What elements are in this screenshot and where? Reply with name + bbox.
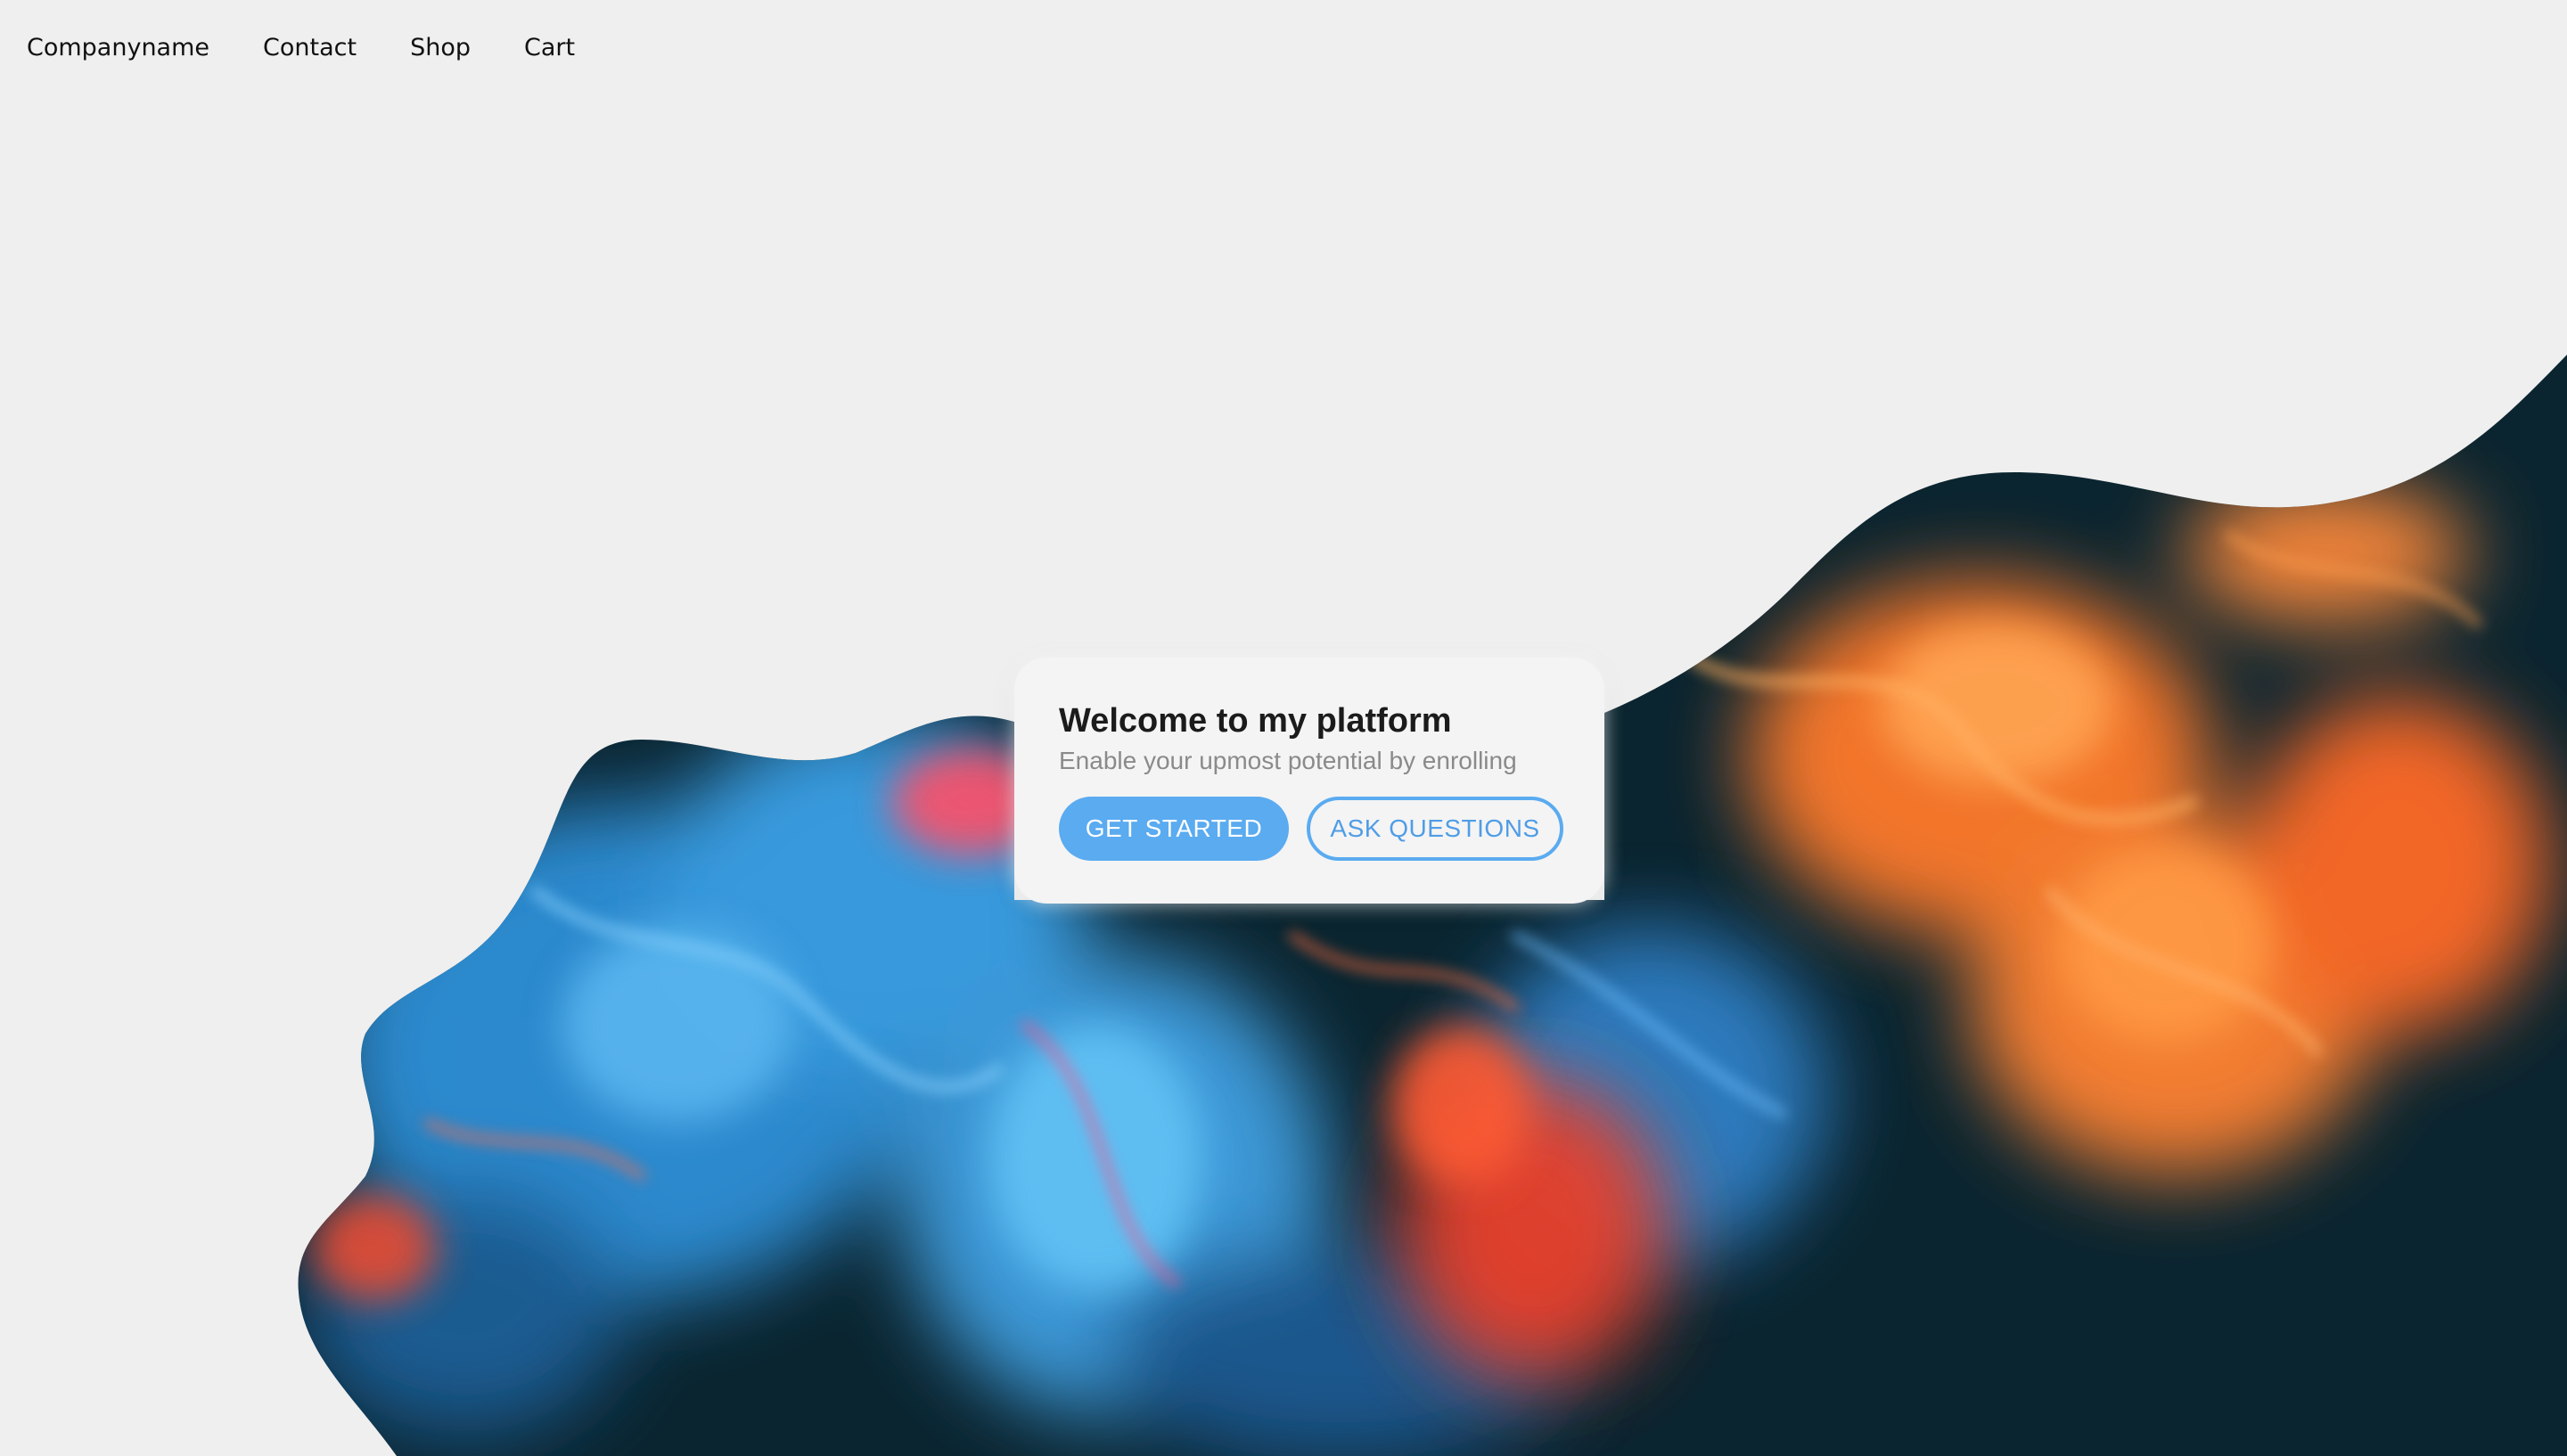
nav-link-contact[interactable]: Contact <box>263 34 357 61</box>
nav-link-cart[interactable]: Cart <box>524 34 575 61</box>
card-actions: GET STARTED ASK QUESTIONS <box>1059 797 1604 861</box>
nav-link-shop[interactable]: Shop <box>410 34 471 61</box>
welcome-subtitle: Enable your upmost potential by enrollin… <box>1059 747 1517 774</box>
ask-questions-button[interactable]: ASK QUESTIONS <box>1307 797 1563 861</box>
top-nav: Companyname Contact Shop Cart <box>27 34 575 61</box>
brand-link[interactable]: Companyname <box>27 34 209 61</box>
welcome-title: Welcome to my platform <box>1059 702 1452 740</box>
welcome-card: Welcome to my platform Enable your upmos… <box>1014 658 1604 904</box>
landing-page: Companyname Contact Shop Cart Welcome to… <box>0 0 2567 1456</box>
get-started-button[interactable]: GET STARTED <box>1059 797 1289 861</box>
